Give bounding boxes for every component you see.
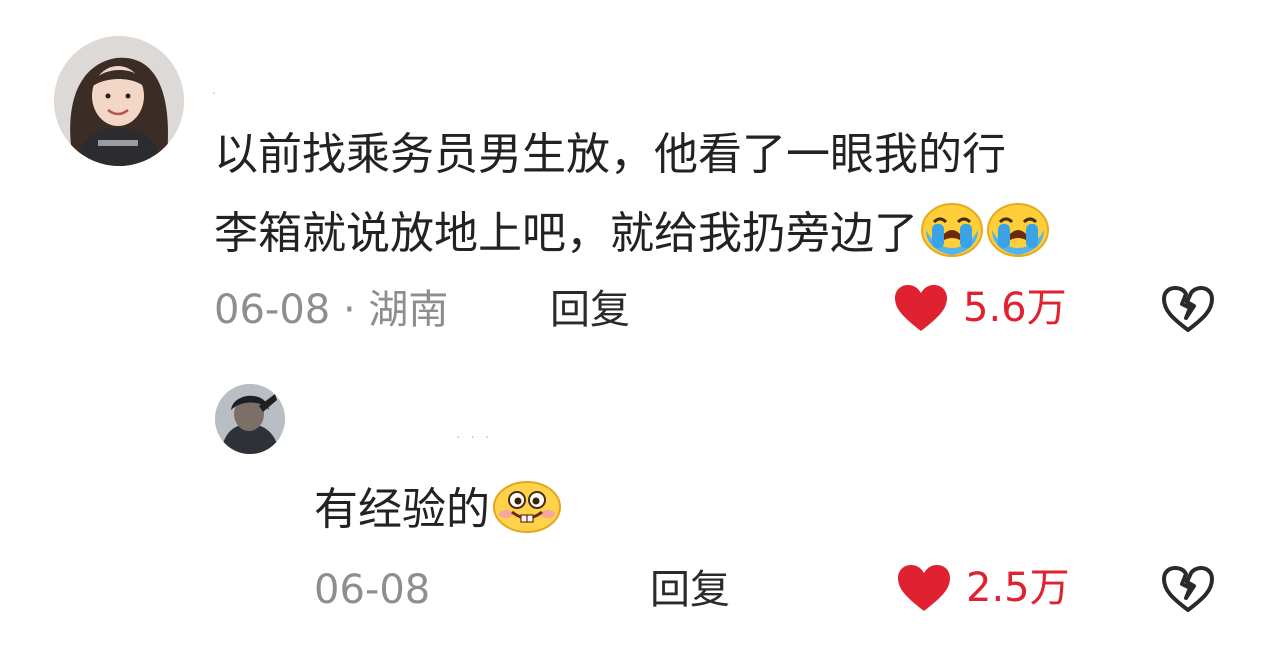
- like-button[interactable]: 2.5万: [896, 563, 1070, 613]
- reply-button[interactable]: 回复: [650, 568, 730, 612]
- comment-text-line: 李箱就说放地上吧，就给我扔旁边了: [214, 208, 918, 259]
- avatar[interactable]: [54, 36, 184, 166]
- username-placeholder: ...: [456, 426, 500, 442]
- username-placeholder: .: [212, 82, 227, 98]
- broken-heart-icon: [1162, 566, 1214, 612]
- dislike-button[interactable]: [1160, 564, 1216, 618]
- reply-button[interactable]: 回复: [550, 288, 630, 332]
- separator-dot: ·: [342, 287, 369, 333]
- comment-location: 湖南: [368, 287, 449, 333]
- comment-date: 06-08: [214, 287, 331, 333]
- crying-emoji-icon: [986, 202, 1050, 258]
- comment-text-line: 有经验的: [314, 484, 490, 535]
- like-count: 2.5万: [966, 565, 1070, 611]
- like-count: 5.6万: [963, 285, 1067, 331]
- comment-text: 有经验的: [314, 480, 562, 535]
- crying-emoji-icon: [920, 202, 984, 258]
- comment-text: 以前找乘务员男生放，他看了一眼我的行: [214, 130, 1006, 180]
- buck-teeth-grin-emoji-icon: [492, 480, 562, 534]
- comment-text-line: 以前找乘务员男生放，他看了一眼我的行: [214, 129, 1006, 180]
- user-avatar-image: [54, 36, 184, 166]
- user-avatar-image: [215, 384, 285, 454]
- avatar[interactable]: [215, 384, 285, 454]
- like-button[interactable]: 5.6万: [893, 283, 1067, 333]
- comment-date: 06-08: [314, 567, 431, 613]
- comment-thread: . 以前找乘务员男生放，他看了一眼我的行 李箱就说放地上吧，就给我扔旁边了 06…: [0, 0, 1284, 666]
- heart-icon: [898, 565, 950, 611]
- comment-meta: 06-08 · 湖南: [214, 288, 448, 332]
- broken-heart-icon: [1162, 286, 1214, 332]
- comment-text: 李箱就说放地上吧，就给我扔旁边了: [214, 202, 1050, 259]
- comment-meta: 06-08: [314, 568, 430, 612]
- dislike-button[interactable]: [1160, 284, 1216, 338]
- heart-icon: [895, 285, 947, 331]
